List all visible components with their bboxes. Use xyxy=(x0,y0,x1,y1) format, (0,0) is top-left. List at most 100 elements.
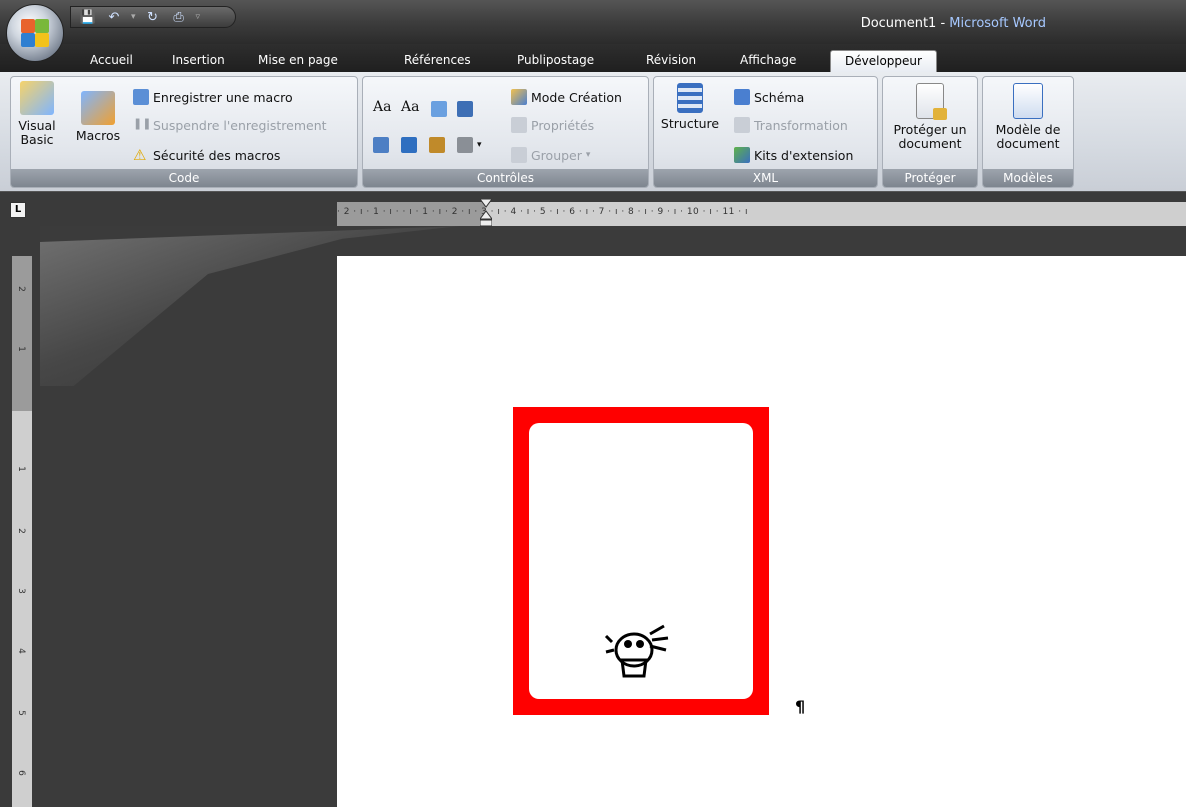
group-xml-label: XML xyxy=(654,169,877,187)
design-mode-label: Mode Création xyxy=(531,89,622,105)
redo-icon[interactable]: ↻ xyxy=(144,9,162,25)
tab-accueil[interactable]: Accueil xyxy=(86,50,137,72)
print-preview-icon[interactable]: ⎙ xyxy=(170,9,188,25)
document-template-button[interactable]: Modèle de document xyxy=(987,83,1069,151)
undo-dropdown-icon[interactable]: ▾ xyxy=(131,12,136,22)
properties-button[interactable]: Propriétés xyxy=(511,117,594,133)
macros-icon xyxy=(81,91,115,125)
plain-text-label: Aa xyxy=(401,99,420,115)
legacy-tools-icon xyxy=(457,137,473,153)
office-button[interactable] xyxy=(6,4,64,62)
quick-access-toolbar: 💾 ↶ ▾ ↻ ⎙ ▿ xyxy=(70,6,236,28)
picture-icon xyxy=(431,101,447,117)
tab-selector-button[interactable]: L xyxy=(10,202,26,218)
ribbon-tabs: Accueil Insertion Mise en page Référence… xyxy=(0,44,1186,72)
document-template-label-1: Modèle de xyxy=(995,122,1061,137)
tab-revision[interactable]: Révision xyxy=(642,50,700,72)
date-picker-control-button[interactable] xyxy=(401,137,417,153)
transformation-label: Transformation xyxy=(754,117,848,133)
visual-basic-icon xyxy=(20,81,54,115)
pause-icon: ❚❚ xyxy=(133,117,152,130)
group-label: Grouper xyxy=(531,147,582,163)
pause-recording-label: Suspendre l'enregistrement xyxy=(153,117,327,133)
vruler-tick: 6 xyxy=(15,770,26,776)
macros-button[interactable]: Macros xyxy=(69,91,127,143)
tab-affichage[interactable]: Affichage xyxy=(736,50,800,72)
tab-mise-en-page[interactable]: Mise en page xyxy=(254,50,342,72)
schema-icon xyxy=(734,89,750,105)
document-name: Document1 xyxy=(860,16,937,31)
transformation-icon xyxy=(734,117,750,133)
clipart-image[interactable] xyxy=(604,620,674,682)
expansion-packs-button[interactable]: Kits d'extension xyxy=(734,147,853,163)
chevron-down-icon: ▾ xyxy=(477,140,482,150)
vruler-tick: 4 xyxy=(15,648,26,654)
vruler-tick: 3 xyxy=(15,588,26,594)
group-controls: Aa Aa ▾ Mode Création Propriétés Grouper… xyxy=(362,76,649,188)
group-icon xyxy=(511,147,527,163)
structure-button[interactable]: Structure xyxy=(658,83,722,131)
tab-insertion[interactable]: Insertion xyxy=(168,50,229,72)
properties-label: Propriétés xyxy=(531,117,595,133)
vruler-tick: 1 xyxy=(15,466,26,472)
title-separator: - xyxy=(936,16,950,31)
protect-document-label-1: Protéger un xyxy=(893,122,967,137)
group-code-label: Code xyxy=(11,169,357,187)
vruler-tick: 1 xyxy=(15,346,26,352)
design-mode-icon xyxy=(511,89,527,105)
combo-box-control-button[interactable] xyxy=(457,101,473,117)
office-logo-icon xyxy=(19,17,51,49)
visual-basic-button[interactable]: Visual Basic xyxy=(15,81,59,147)
combo-box-icon xyxy=(457,101,473,117)
group-protect: Protéger un document Protéger xyxy=(882,76,978,188)
document-template-icon xyxy=(1013,83,1043,119)
building-block-icon xyxy=(429,137,445,153)
tab-references[interactable]: Références xyxy=(400,50,475,72)
legacy-tools-button[interactable]: ▾ xyxy=(457,137,482,153)
vertical-ruler[interactable]: 2 1 1 2 3 4 5 6 xyxy=(12,256,32,807)
structure-label: Structure xyxy=(660,116,720,131)
macro-security-button[interactable]: ⚠ Sécurité des macros xyxy=(133,147,280,163)
plain-text-control-button[interactable]: Aa xyxy=(401,99,419,115)
properties-icon xyxy=(511,117,527,133)
schema-label: Schéma xyxy=(754,89,805,105)
undo-icon[interactable]: ↶ xyxy=(105,9,123,25)
tab-developpeur[interactable]: Développeur xyxy=(830,50,937,72)
rich-text-label: Aa xyxy=(373,99,392,115)
schema-button[interactable]: Schéma xyxy=(734,89,804,105)
record-macro-label: Enregistrer une macro xyxy=(153,89,293,105)
ruler-top-margin xyxy=(12,256,32,411)
chevron-down-icon: ▾ xyxy=(585,150,591,160)
group-controls-label: Contrôles xyxy=(363,169,648,187)
indent-marker-icon[interactable] xyxy=(480,199,492,227)
protect-document-button[interactable]: Protéger un document xyxy=(887,83,973,151)
record-macro-icon xyxy=(133,89,149,105)
save-icon[interactable]: 💾 xyxy=(79,9,97,25)
structure-icon xyxy=(677,83,703,113)
tab-publipostage[interactable]: Publipostage xyxy=(513,50,598,72)
horizontal-ruler[interactable]: · 2 · ı · 1 · ı · · ı · 1 · ı · 2 · ı · … xyxy=(337,202,1186,226)
macro-security-label: Sécurité des macros xyxy=(153,147,281,163)
group-templates-label: Modèles xyxy=(983,169,1073,187)
record-macro-button[interactable]: Enregistrer une macro xyxy=(133,89,293,105)
warning-icon: ⚠ xyxy=(133,146,147,164)
customize-toolbar-icon[interactable]: ▿ xyxy=(196,12,201,22)
protect-document-icon xyxy=(916,83,947,120)
group-code: Visual Basic Macros Enregistrer une macr… xyxy=(10,76,358,188)
dropdown-list-icon xyxy=(373,137,389,153)
vruler-tick: 5 xyxy=(15,710,26,716)
building-block-control-button[interactable] xyxy=(429,137,445,153)
vruler-tick: 2 xyxy=(15,286,26,292)
picture-control-button[interactable] xyxy=(431,101,447,117)
group-protect-label: Protéger xyxy=(883,169,977,187)
group-button[interactable]: Grouper ▾ xyxy=(511,147,590,163)
title-bar: 💾 ↶ ▾ ↻ ⎙ ▿ Document1 - Microsoft Word xyxy=(0,0,1186,44)
design-mode-button[interactable]: Mode Création xyxy=(511,89,622,105)
transformation-button[interactable]: Transformation xyxy=(734,117,848,133)
group-xml: Structure Schéma Transformation Kits d'e… xyxy=(653,76,878,188)
document-template-label-2: document xyxy=(996,136,1060,151)
pause-recording-button[interactable]: ❚❚ Suspendre l'enregistrement xyxy=(133,117,327,133)
expansion-packs-icon xyxy=(734,147,750,163)
dropdown-control-button[interactable] xyxy=(373,137,389,153)
rich-text-control-button[interactable]: Aa xyxy=(373,99,391,115)
